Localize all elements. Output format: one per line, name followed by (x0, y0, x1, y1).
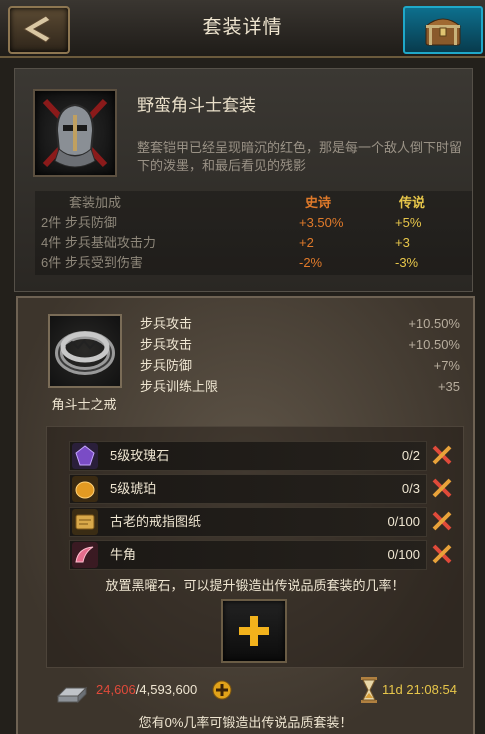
stat-label: 步兵防御 (140, 358, 193, 373)
item-stat-row: 步兵攻击 +10.50% (140, 335, 460, 355)
forge-timer: 11d 21:08:54 (382, 682, 457, 697)
blueprint-icon (72, 509, 98, 535)
material-row[interactable]: 5级玫瑰石 0/2 (69, 441, 427, 471)
bonus-row: 6件 步兵受到伤害 -2% -3% (35, 253, 472, 273)
bonus-row: 2件 步兵防御 +3.50% +5% (35, 213, 472, 233)
set-bonus-table: 套装加成 史诗 传说 2件 步兵防御 +3.50% +5% 4件 步兵基础攻击力… (35, 191, 472, 275)
material-row[interactable]: 牛角 0/100 (69, 540, 427, 570)
missing-x-icon (432, 478, 452, 498)
resource-max: /4,593,600 (135, 682, 198, 697)
stat-label: 步兵训练上限 (140, 379, 219, 394)
bonus-epic-value: -2% (299, 255, 323, 270)
horn-icon (72, 542, 98, 568)
bonus-legendary-value: +5% (395, 215, 422, 230)
add-resource-button[interactable] (212, 680, 232, 700)
material-count: 0/2 (401, 448, 420, 463)
bonus-row: 4件 步兵基础攻击力 +2 +3 (35, 233, 472, 253)
item-slot[interactable] (48, 314, 122, 388)
bonus-header-epic: 史诗 (305, 195, 332, 210)
material-count: 0/100 (387, 547, 420, 562)
hourglass-icon (361, 677, 377, 703)
material-name: 古老的戒指图纸 (110, 514, 202, 529)
set-info-panel: 野蛮角斗士套装 整套铠甲已经呈现暗沉的红色，那是每一个敌人倒下时留下的泼墨，和最… (14, 68, 473, 292)
amber-icon (72, 476, 98, 502)
rose-stone-icon (72, 443, 98, 469)
resource-amount: 24,606/4,593,600 (96, 682, 197, 697)
stat-value: +7% (433, 358, 460, 373)
ring-icon (55, 331, 115, 375)
bonus-label: 4件 步兵基础攻击力 (41, 235, 156, 250)
stat-value: +10.50% (408, 316, 460, 331)
bonus-epic-value: +2 (299, 235, 314, 250)
treasure-chest-button[interactable] (403, 6, 483, 54)
item-stat-row: 步兵攻击 +10.50% (140, 314, 460, 334)
stat-label: 步兵攻击 (140, 316, 193, 331)
material-name: 5级玫瑰石 (110, 448, 170, 463)
legendary-chance-text: 您有0%几率可锻造出传说品质套装！ (138, 715, 353, 730)
item-stat-row: 步兵防御 +7% (140, 356, 460, 376)
bonus-legendary-value: +3 (395, 235, 410, 250)
back-arrow-icon (23, 15, 51, 43)
bonus-label: 2件 步兵防御 (41, 215, 117, 230)
add-obsidian-button[interactable] (221, 599, 287, 663)
forge-panel: 角斗士之戒 步兵攻击 +10.50% 步兵攻击 +10.50% 步兵防御 +7%… (16, 296, 475, 734)
set-name: 野蛮角斗士套装 (137, 96, 256, 115)
bonus-label: 6件 步兵受到伤害 (41, 255, 143, 270)
treasure-chest-icon (424, 18, 462, 46)
material-count: 0/100 (387, 514, 420, 529)
bonus-header-legendary: 传说 (399, 195, 426, 210)
material-row[interactable]: 5级琥珀 0/3 (69, 474, 427, 504)
bonus-legendary-value: -3% (395, 255, 419, 270)
item-stat-row: 步兵训练上限 +35 (140, 377, 460, 397)
missing-x-icon (432, 445, 452, 465)
materials-box: 5级玫瑰石 0/2 5级琥珀 0/3 古老的戒指图纸 0/100 牛角 0/10… (46, 426, 464, 668)
header-bar: 套装详情 (0, 0, 485, 58)
resource-current: 24,606 (96, 682, 136, 697)
stat-label: 步兵攻击 (140, 337, 193, 352)
stat-value: +35 (437, 379, 460, 394)
material-name: 5级琥珀 (110, 481, 157, 496)
set-description: 整套铠甲已经呈现暗沉的红色，那是每一个敌人倒下时留下的泼墨，和最后看见的残影 (137, 140, 463, 173)
missing-x-icon (432, 544, 452, 564)
material-name: 牛角 (110, 547, 137, 562)
bonus-table-header: 套装加成 史诗 传说 (35, 193, 472, 213)
stat-value: +10.50% (408, 337, 460, 352)
item-name: 角斗士之戒 (51, 397, 117, 412)
material-count: 0/3 (401, 481, 420, 496)
gladiator-helmet-icon (33, 89, 117, 177)
bonus-epic-value: +3.50% (299, 215, 344, 230)
bonus-header-label: 套装加成 (69, 195, 122, 210)
obsidian-hint: 放置黑曜石，可以提升锻造出传说品质套装的几率！ (105, 578, 405, 593)
plus-icon (239, 616, 269, 646)
back-button[interactable] (8, 6, 70, 54)
material-row[interactable]: 古老的戒指图纸 0/100 (69, 507, 427, 537)
iron-ingot-icon (56, 686, 88, 704)
missing-x-icon (432, 511, 452, 531)
